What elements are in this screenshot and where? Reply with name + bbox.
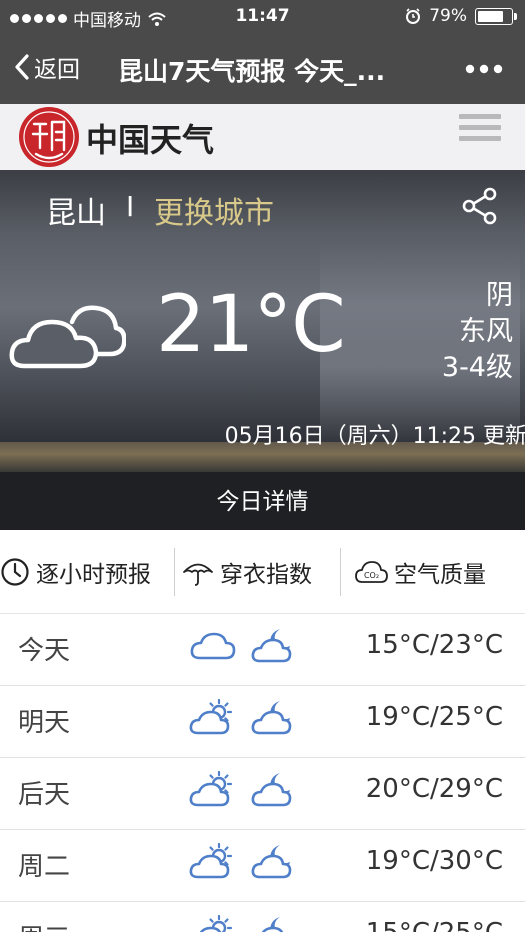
nav-bar: 返回 昆山7天气预报 今天_... (0, 36, 525, 104)
tab-label: 空气质量 (394, 562, 486, 588)
current-weather-panel: 昆山 I 更换城市 21°C 阴 东风 3-4级 05月16日（周六）11:25… (0, 170, 525, 530)
clock-icon (1, 558, 29, 586)
site-header: 中国天气 (0, 104, 525, 170)
ellipsis-icon (465, 64, 503, 74)
night-partly-cloudy-icon (250, 842, 300, 882)
forecast-day: 明天 (18, 708, 71, 738)
more-options-button[interactable] (465, 55, 503, 75)
forecast-row[interactable]: 周二 19°C/30°C (0, 830, 525, 902)
tab-divider (340, 548, 341, 596)
share-icon[interactable] (461, 186, 499, 226)
status-right: 79% (405, 6, 517, 26)
overcast-cloud-icon (9, 305, 126, 369)
back-button[interactable]: 返回 (14, 50, 80, 84)
current-temperature: 21°C (156, 280, 346, 370)
update-timestamp: 05月16日（周六）11:25 更新 (224, 424, 525, 449)
status-bar: 中国移动 11:47 79% (0, 0, 525, 36)
forecast-row[interactable]: 后天 20°C/29°C (0, 758, 525, 830)
feature-tabs: 逐小时预报 穿衣指数 CO₂ 空气质量 (0, 530, 525, 614)
forecast-day: 周三 (18, 918, 70, 932)
site-name: 中国天气 (86, 121, 215, 159)
page-title: 昆山7天气预报 今天_... (118, 57, 386, 86)
forecast-temperature-range: 20°C/29°C (365, 774, 503, 804)
partly-sunny-icon (188, 842, 238, 882)
tab-air-quality[interactable]: CO₂ 空气质量 (354, 530, 486, 614)
china-weather-seal-logo (19, 107, 79, 167)
night-partly-cloudy-icon (250, 698, 300, 738)
forecast-temperature-range: 19°C/30°C (365, 846, 503, 876)
tab-dressing-index[interactable]: 穿衣指数 (182, 530, 312, 614)
battery-fill (478, 10, 504, 22)
partly-sunny-icon (188, 914, 238, 932)
tab-hourly-forecast[interactable]: 逐小时预报 (0, 530, 151, 614)
night-partly-cloudy-icon (250, 770, 300, 810)
forecast-day: 周二 (18, 852, 71, 882)
chevron-left-icon (15, 54, 29, 80)
co2-cloud-icon: CO₂ (355, 561, 388, 583)
today-details-link[interactable]: 今日详情 (0, 482, 525, 516)
tab-label: 逐小时预报 (36, 562, 151, 588)
weather-summary: 阴 东风 3-4级 (442, 278, 513, 386)
battery-icon (475, 7, 517, 25)
cloudy-icon (188, 626, 238, 666)
tab-label: 穿衣指数 (220, 562, 312, 588)
partly-sunny-icon (188, 698, 238, 738)
city-name: 昆山 (46, 196, 106, 231)
night-partly-cloudy-icon (250, 626, 300, 666)
back-label: 返回 (34, 57, 80, 83)
tab-divider (174, 548, 175, 596)
svg-text:CO₂: CO₂ (364, 571, 379, 580)
wind-direction: 东风 (459, 316, 513, 347)
forecast-day: 今天 (18, 636, 71, 666)
night-partly-cloudy-icon (250, 914, 300, 932)
battery-percent: 79% (429, 6, 467, 26)
hamburger-menu-icon[interactable] (459, 114, 501, 148)
seven-day-forecast-list: 今天 15°C/23°C 明天 19°C/25°C 后天 20°C/29°C 周二 19°C/… (0, 614, 525, 932)
city-separator: I (126, 190, 135, 223)
alarm-clock-icon (406, 8, 421, 24)
forecast-day: 后天 (18, 780, 71, 810)
forecast-row[interactable]: 明天 19°C/25°C (0, 686, 525, 758)
forecast-temperature-range: 15°C/23°C (365, 630, 503, 660)
forecast-temperature-range: 19°C/25°C (365, 702, 503, 732)
weather-condition: 阴 (486, 280, 513, 311)
partly-sunny-icon (188, 770, 238, 810)
forecast-row[interactable]: 周三 15°C/25°C (0, 902, 525, 932)
change-city-link[interactable]: 更换城市 (154, 188, 274, 232)
forecast-temperature-range: 15°C/25°C (366, 918, 503, 932)
wind-level: 3-4级 (441, 352, 513, 383)
forecast-row[interactable]: 今天 15°C/23°C (0, 614, 525, 686)
umbrella-icon (183, 563, 213, 586)
